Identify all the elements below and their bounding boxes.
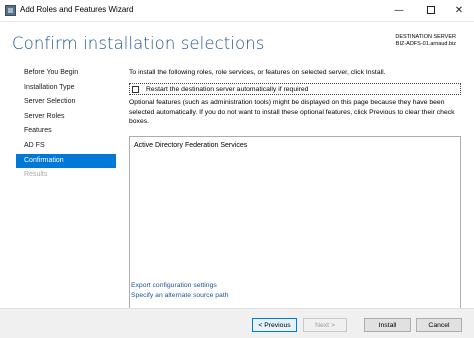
app-icon [5, 5, 16, 16]
nav-item-ad-fs[interactable]: AD FS [16, 139, 116, 154]
optional-features-note: Optional features (such as administratio… [129, 99, 455, 126]
nav-item-features[interactable]: Features [16, 124, 116, 139]
nav-item-confirmation[interactable]: Confirmation [16, 153, 116, 169]
restart-label[interactable]: Restart the destination server automatic… [146, 86, 308, 93]
destination-server-label: DESTINATION SERVER [395, 34, 456, 40]
restart-checkbox[interactable] [132, 86, 139, 93]
restart-option[interactable]: Restart the destination server automatic… [129, 83, 461, 95]
wizard-nav: Before You Begin Installation Type Serve… [16, 66, 116, 183]
nav-item-installation-type[interactable]: Installation Type [16, 81, 116, 96]
page-title: Confirm installation selections [12, 34, 265, 53]
intro-text: To install the following roles, role ser… [129, 69, 386, 76]
minimize-button[interactable]: — [384, 0, 414, 20]
title-bar: Add Roles and Features Wizard — ✕ [0, 0, 474, 22]
export-configuration-link[interactable]: Export configuration settings [131, 282, 217, 289]
install-button[interactable]: Install [364, 318, 411, 332]
list-item: Active Directory Federation Services [134, 142, 248, 149]
maximize-icon [427, 6, 435, 14]
nav-item-results: Results [24, 171, 48, 179]
previous-button[interactable]: < Previous [252, 318, 297, 332]
destination-server-value: BIZ-ADFS-01.arnaud.biz [395, 41, 456, 47]
maximize-button[interactable] [416, 0, 446, 20]
wizard-header: Confirm installation selections DESTINAT… [0, 22, 474, 66]
nav-item-server-roles[interactable]: Server Roles [16, 110, 116, 125]
next-button[interactable]: Next > [303, 318, 347, 332]
nav-item-server-selection[interactable]: Server Selection [16, 95, 116, 110]
window-title: Add Roles and Features Wizard [20, 5, 134, 14]
close-button[interactable]: ✕ [444, 0, 474, 20]
alternate-source-link[interactable]: Specify an alternate source path [131, 292, 228, 299]
cancel-button[interactable]: Cancel [416, 318, 462, 332]
nav-item-before-you-begin[interactable]: Before You Begin [16, 66, 116, 81]
